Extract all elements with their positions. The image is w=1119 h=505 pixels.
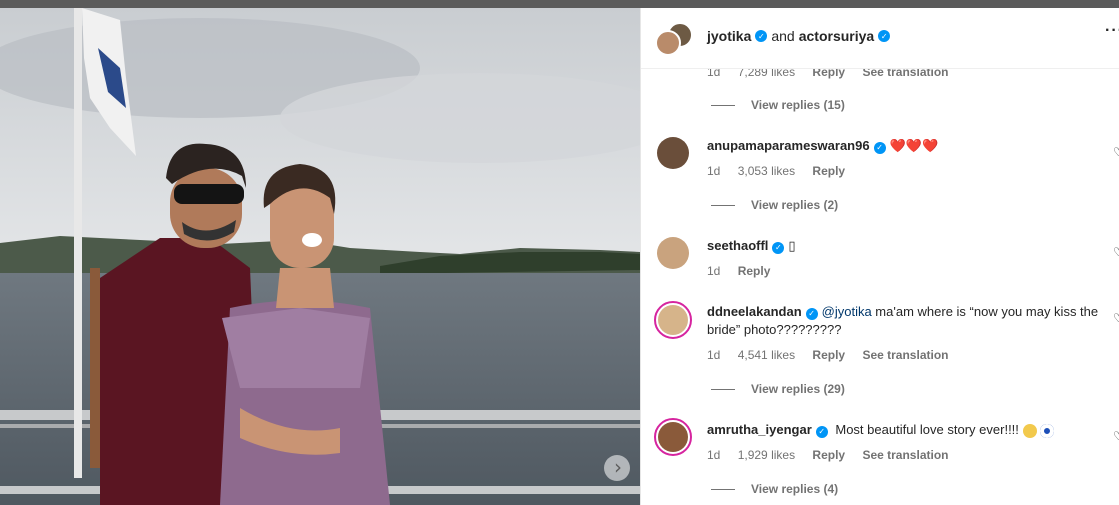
comment-username[interactable]: amrutha_iyengar <box>707 422 812 437</box>
reply-button[interactable]: Reply <box>812 348 845 362</box>
view-replies-label: View replies (29) <box>751 382 845 396</box>
comment-meta: 1d 1,929 likes Reply See translation <box>707 448 962 462</box>
comment-time: 1d <box>707 348 721 362</box>
post-photo[interactable]: › <box>0 8 640 505</box>
comment-emoji: ▯ <box>788 238 796 253</box>
reply-button[interactable]: Reply <box>812 164 845 178</box>
divider-line <box>711 204 735 206</box>
comment-text: amrutha_iyengar ✓ Most beautiful love sto… <box>707 421 1107 439</box>
comment-username[interactable]: seethaoffl <box>707 238 768 253</box>
verified-badge-icon: ✓ <box>772 242 785 254</box>
heart-emojis: ❤️❤️❤️ <box>889 138 939 153</box>
like-heart-icon[interactable]: ♡ <box>1113 245 1119 259</box>
verified-badge-icon: ✓ <box>805 308 818 320</box>
comment-meta: 1d Reply <box>707 264 784 278</box>
view-replies-label: View replies (4) <box>751 482 839 496</box>
view-replies-label: View replies (15) <box>751 98 845 112</box>
comment-likes[interactable]: 1,929 likes <box>738 448 795 462</box>
header-connector: and <box>771 28 795 44</box>
comment-text: anupamaparameswaran96 ✓ ❤️❤️❤️ <box>707 137 1107 155</box>
avatar[interactable] <box>657 237 689 269</box>
like-heart-icon[interactable]: ♡ <box>1113 429 1119 443</box>
comment-text: ddneelakandan ✓ @jyotika ma'am where is “n… <box>707 303 1107 339</box>
see-translation-button[interactable]: See translation <box>862 348 948 362</box>
verified-badge-icon: ✓ <box>755 30 768 42</box>
next-photo-button[interactable]: › <box>604 455 630 481</box>
post-header: jyotika ✓ and actorsuriya ✓ ··· <box>641 8 1119 69</box>
couple-on-boat-image <box>0 8 640 505</box>
avatar-jyotika[interactable] <box>655 30 681 56</box>
sad-face-icon <box>1022 423 1037 438</box>
like-heart-icon[interactable]: ♡ <box>1113 311 1119 325</box>
divider-line <box>711 104 735 106</box>
view-replies-button[interactable]: View replies (15) <box>711 98 845 112</box>
verified-badge-icon: ✓ <box>815 426 828 438</box>
chevron-right-icon: › <box>614 455 622 479</box>
username-actorsuriya[interactable]: actorsuriya <box>799 28 874 44</box>
comment-time: 1d <box>707 264 721 278</box>
divider-line <box>711 488 735 490</box>
comment-time: 1d <box>707 164 721 178</box>
comment-meta: 1d 3,053 likes Reply <box>707 164 859 178</box>
view-replies-button[interactable]: View replies (29) <box>711 382 845 396</box>
divider-line <box>711 388 735 390</box>
verified-badge-icon: ✓ <box>878 30 891 42</box>
more-horizontal-icon[interactable]: ··· <box>1105 22 1119 40</box>
comment-time: 1d <box>707 448 721 462</box>
like-heart-icon[interactable]: ♡ <box>1113 145 1119 159</box>
window-top-bar <box>0 0 1119 8</box>
verified-badge-icon: ✓ <box>873 142 886 154</box>
header-usernames: jyotika ✓ and actorsuriya ✓ <box>707 28 894 44</box>
comment-username[interactable]: ddneelakandan <box>707 304 802 319</box>
avatar-with-story-ring[interactable] <box>654 301 692 339</box>
comment-meta: 1d 4,541 likes Reply See translation <box>707 348 962 362</box>
avatar[interactable] <box>657 137 689 169</box>
comment-username[interactable]: anupamaparameswaran96 <box>707 138 870 153</box>
comment-likes[interactable]: 3,053 likes <box>738 164 795 178</box>
view-replies-button[interactable]: View replies (4) <box>711 482 838 496</box>
view-replies-label: View replies (2) <box>751 198 839 212</box>
reply-button[interactable]: Reply <box>738 264 771 278</box>
view-replies-button[interactable]: View replies (2) <box>711 198 838 212</box>
username-jyotika[interactable]: jyotika <box>707 28 751 44</box>
comment-body: Most beautiful love story ever!!!! <box>831 422 1023 437</box>
comment-likes[interactable]: 4,541 likes <box>738 348 795 362</box>
evil-eye-icon <box>1039 423 1054 438</box>
avatar-with-story-ring[interactable] <box>654 418 692 456</box>
see-translation-button[interactable]: See translation <box>862 448 948 462</box>
mention-link[interactable]: @jyotika <box>822 304 872 319</box>
comment-text: seethaoffl ✓ ▯ <box>707 237 1107 255</box>
comments-panel[interactable]: jyotika ✓ and actorsuriya ✓ ··· 1d 7,289… <box>640 8 1119 505</box>
reply-button[interactable]: Reply <box>812 448 845 462</box>
